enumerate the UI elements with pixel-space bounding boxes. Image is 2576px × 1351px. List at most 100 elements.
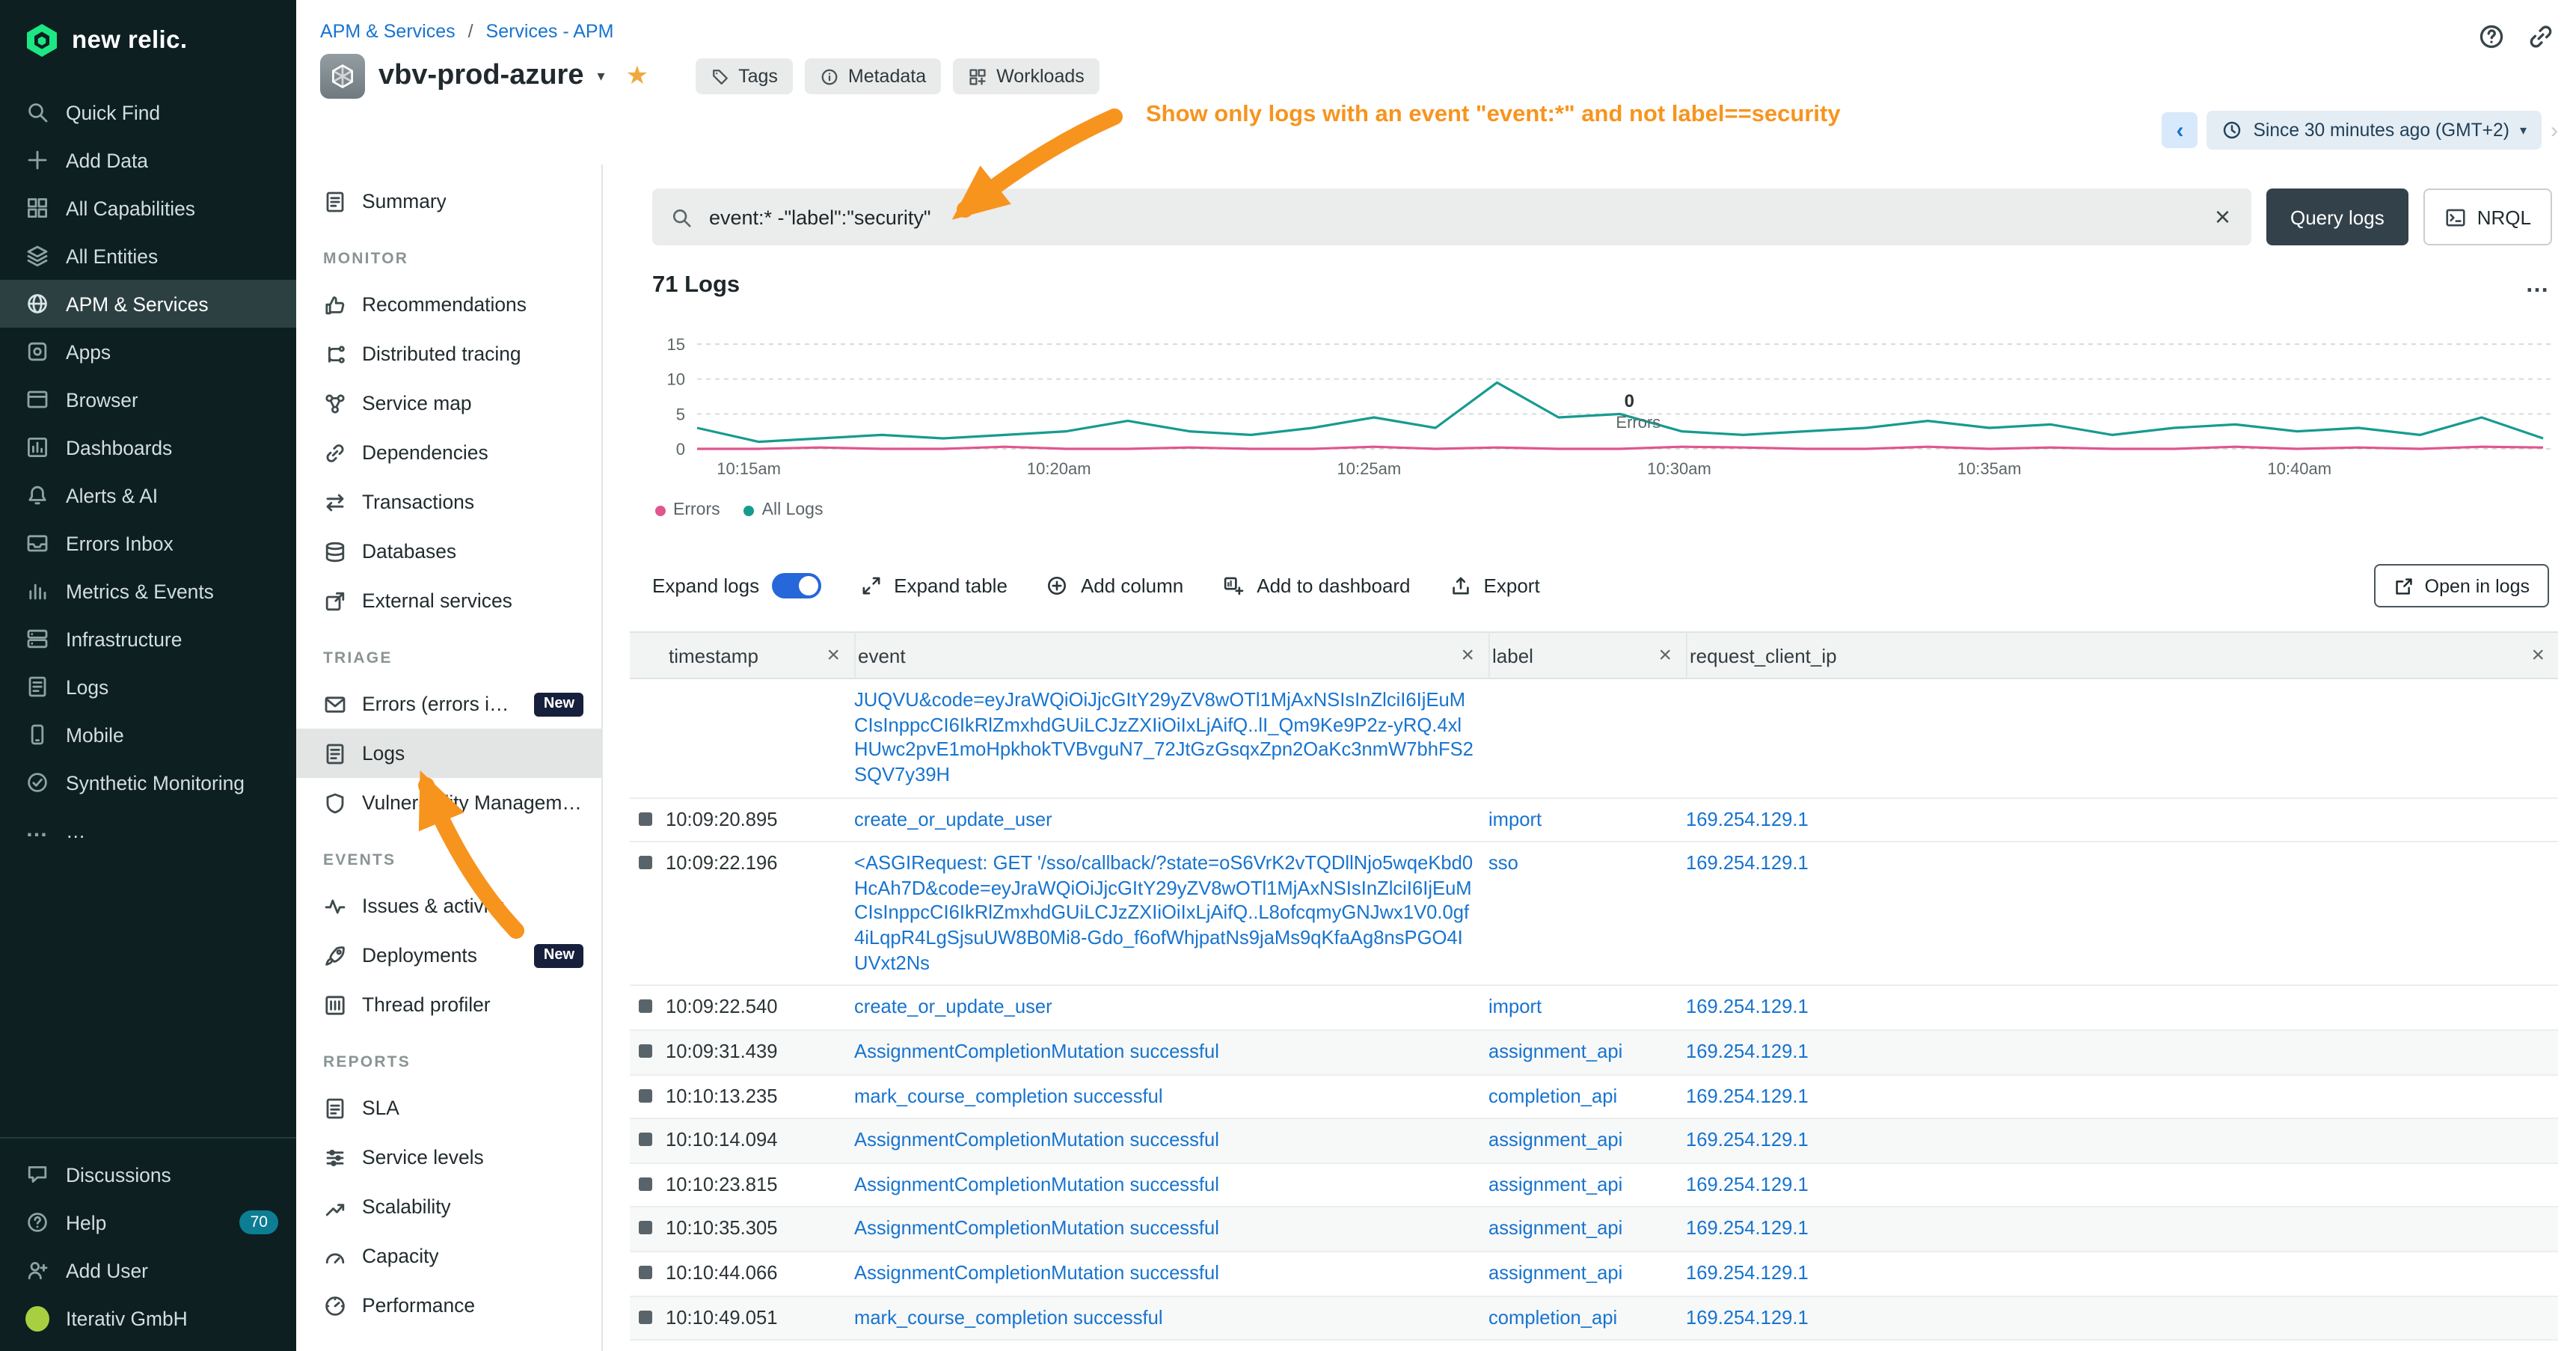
entity-nav-deployments[interactable]: DeploymentsNew (296, 931, 601, 980)
nrql-button[interactable]: NRQL (2423, 189, 2552, 245)
log-label-link[interactable]: assignment_api (1488, 1217, 1622, 1240)
log-row[interactable]: 10:09:22.540create_or_update_userimport1… (630, 986, 2558, 1030)
entity-nav-vulnerability-management[interactable]: Vulnerability Management (296, 778, 601, 827)
row-marker[interactable] (639, 1044, 652, 1058)
legend-all-logs[interactable]: All Logs (744, 501, 824, 519)
row-marker[interactable] (639, 1177, 652, 1191)
log-label-link[interactable]: completion_api (1488, 1305, 1617, 1328)
entity-nav-service-levels[interactable]: Service levels (296, 1133, 601, 1182)
entity-nav-errors-errors-inb[interactable]: Errors (errors inb...New (296, 679, 601, 729)
row-marker[interactable] (639, 812, 652, 825)
log-event-link[interactable]: AssignmentCompletionMutation successful (854, 1173, 1219, 1195)
entity-nav-sla[interactable]: SLA (296, 1083, 601, 1133)
log-label-link[interactable]: import (1488, 807, 1542, 830)
row-marker[interactable] (639, 856, 652, 869)
row-marker[interactable] (639, 1088, 652, 1102)
global-nav-iterativ-gmbh[interactable]: Iterativ GmbH (0, 1294, 296, 1342)
log-event-link[interactable]: JUQVU&code=eyJraWQiOiJjcGItY29yZV8wOTl1M… (854, 688, 1473, 785)
entity-nav-service-map[interactable]: Service map (296, 379, 601, 428)
global-nav-browser[interactable]: Browser (0, 376, 296, 423)
add-column-button[interactable]: Add column (1046, 575, 1183, 597)
log-label-link[interactable]: completion_api (1488, 1084, 1617, 1106)
log-row[interactable]: 10:10:49.051mark_course_completion succe… (630, 1296, 2558, 1340)
global-nav-metrics-events[interactable]: Metrics & Events (0, 567, 296, 615)
add-to-dashboard-button[interactable]: Add to dashboard (1222, 575, 1410, 597)
entity-nav-logs[interactable]: Logs (296, 729, 601, 778)
entity-nav-performance[interactable]: Performance (296, 1281, 601, 1330)
log-ip-link[interactable]: 169.254.129.1 (1686, 1305, 1809, 1328)
global-nav-infrastructure[interactable]: Infrastructure (0, 615, 296, 663)
log-event-link[interactable]: AssignmentCompletionMutation successful (854, 1128, 1219, 1151)
log-query-input[interactable] (706, 204, 2198, 230)
entity-nav-scalability[interactable]: Scalability (296, 1182, 601, 1231)
log-label-link[interactable]: assignment_api (1488, 1040, 1622, 1062)
global-nav-quick-find[interactable]: Quick Find (0, 88, 296, 136)
entity-nav-summary[interactable]: Summary (296, 177, 601, 226)
log-row[interactable]: 10:09:22.196<ASGIRequest: GET '/sso/call… (630, 842, 2558, 985)
clear-query-icon[interactable]: × (2212, 203, 2233, 230)
log-row[interactable]: 10:09:31.439AssignmentCompletionMutation… (630, 1030, 2558, 1074)
log-row[interactable]: 10:10:13.235mark_course_completion succe… (630, 1074, 2558, 1118)
row-marker[interactable] (639, 1266, 652, 1279)
entity-nav-thread-profiler[interactable]: Thread profiler (296, 980, 601, 1029)
log-ip-link[interactable]: 169.254.129.1 (1686, 1173, 1809, 1195)
global-nav-help[interactable]: Help70 (0, 1198, 296, 1246)
log-event-link[interactable]: AssignmentCompletionMutation successful (854, 1217, 1219, 1240)
remove-column-icon[interactable]: × (827, 643, 840, 668)
global-nav-add-user[interactable]: Add User (0, 1246, 296, 1294)
expand-table-button[interactable]: Expand table (859, 575, 1008, 597)
global-nav-add-data[interactable]: Add Data (0, 136, 296, 184)
log-event-link[interactable]: mark_course_completion successful (854, 1305, 1163, 1328)
workloads-button[interactable]: Workloads (953, 58, 1100, 94)
log-ip-link[interactable]: 169.254.129.1 (1686, 1261, 1809, 1284)
global-nav-all-entities[interactable]: All Entities (0, 232, 296, 280)
row-marker[interactable] (639, 1310, 652, 1323)
column-header-event[interactable]: event× (854, 632, 1488, 678)
global-nav-apps[interactable]: Apps (0, 328, 296, 376)
entity-nav-dependencies[interactable]: Dependencies (296, 428, 601, 477)
remove-column-icon[interactable]: × (1658, 643, 1672, 668)
log-ip-link[interactable]: 169.254.129.1 (1686, 851, 1809, 874)
time-range-selector[interactable]: Since 30 minutes ago (GMT+2) ▾ (2207, 111, 2542, 150)
log-row[interactable]: 10:10:44.066AssignmentCompletionMutation… (630, 1252, 2558, 1296)
breadcrumb-services-apm[interactable]: Services - APM (486, 21, 614, 42)
more-options-icon[interactable]: … (2525, 272, 2549, 299)
log-event-link[interactable]: AssignmentCompletionMutation successful (854, 1261, 1219, 1284)
log-row[interactable]: JUQVU&code=eyJraWQiOiJjcGItY29yZV8wOTl1M… (630, 678, 2558, 797)
column-header-request-client-ip[interactable]: request_client_ip× (1686, 632, 2558, 678)
log-event-link[interactable]: AssignmentCompletionMutation successful (854, 1040, 1219, 1062)
log-row[interactable]: 10:10:23.815AssignmentCompletionMutation… (630, 1163, 2558, 1207)
legend-errors[interactable]: Errors (655, 501, 720, 519)
log-ip-link[interactable]: 169.254.129.1 (1686, 996, 1809, 1018)
remove-column-icon[interactable]: × (1461, 643, 1474, 668)
entity-nav-issues-activity[interactable]: Issues & activity (296, 881, 601, 931)
global-nav-all-capabilities[interactable]: All Capabilities (0, 184, 296, 232)
log-row[interactable]: 10:10:35.305AssignmentCompletionMutation… (630, 1207, 2558, 1252)
log-event-link[interactable]: mark_course_completion successful (854, 1084, 1163, 1106)
log-row[interactable]: 10:10:14.094AssignmentCompletionMutation… (630, 1118, 2558, 1162)
entity-nav-capacity[interactable]: Capacity (296, 1231, 601, 1281)
entity-nav-databases[interactable]: Databases (296, 527, 601, 576)
row-marker[interactable] (639, 1222, 652, 1235)
entity-nav-recommendations[interactable]: Recommendations (296, 280, 601, 329)
log-ip-link[interactable]: 169.254.129.1 (1686, 1128, 1809, 1151)
time-back-button[interactable]: ‹ (2162, 112, 2198, 148)
remove-column-icon[interactable]: × (2531, 643, 2545, 668)
query-logs-button[interactable]: Query logs (2266, 189, 2408, 245)
log-ip-link[interactable]: 169.254.129.1 (1686, 1040, 1809, 1062)
copy-link-icon[interactable] (2527, 22, 2555, 51)
open-in-logs-button[interactable]: Open in logs (2374, 564, 2549, 607)
entity-name[interactable]: vbv-prod-azure (378, 60, 584, 93)
row-marker[interactable] (639, 1133, 652, 1146)
global-nav-dashboards[interactable]: Dashboards (0, 423, 296, 471)
log-label-link[interactable]: sso (1488, 851, 1518, 874)
log-row[interactable]: 10:11:00.311AssignmentCompletionMutation… (630, 1341, 2558, 1351)
global-nav-alerts-ai[interactable]: Alerts & AI (0, 471, 296, 519)
log-ip-link[interactable]: 169.254.129.1 (1686, 807, 1809, 830)
newrelic-logo[interactable]: new relic. (0, 0, 296, 88)
log-ip-link[interactable]: 169.254.129.1 (1686, 1217, 1809, 1240)
log-event-link[interactable]: <ASGIRequest: GET '/sso/callback/?state=… (854, 851, 1473, 973)
chevron-down-icon[interactable]: ▾ (598, 68, 605, 85)
metadata-button[interactable]: Metadata (805, 58, 941, 94)
global-nav-discussions[interactable]: Discussions (0, 1151, 296, 1198)
